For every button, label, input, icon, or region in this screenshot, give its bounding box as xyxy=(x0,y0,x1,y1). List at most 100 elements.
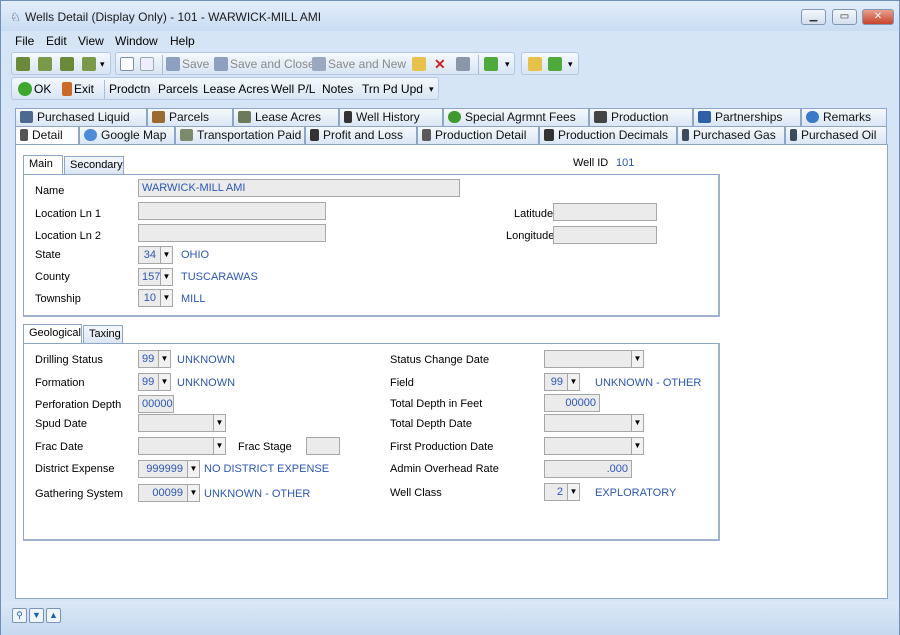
maximize-button[interactable]: ▭ xyxy=(832,9,857,25)
save-and-new-button[interactable]: Save and New xyxy=(312,56,406,73)
tab-main[interactable]: Main xyxy=(23,155,63,174)
toolbar-overflow-icon[interactable]: ▾ xyxy=(505,56,510,73)
arrow-down-icon[interactable]: ▼ xyxy=(29,608,44,623)
district-expense-label: District Expense xyxy=(35,463,115,475)
well-class-select[interactable]: 2 ▼ xyxy=(544,483,580,501)
tab-purchased-gas[interactable]: Purchased Gas xyxy=(677,126,785,144)
location-2-label: Location Ln 2 xyxy=(35,230,102,242)
tab-geological[interactable]: Geological xyxy=(23,324,82,343)
chevron-down-icon: ▼ xyxy=(567,374,579,390)
latitude-field[interactable] xyxy=(553,203,657,221)
minimize-button[interactable]: ▁ xyxy=(801,9,826,25)
tab-production-detail[interactable]: Production Detail xyxy=(417,126,539,144)
tab-secondary[interactable]: Secondary xyxy=(64,156,124,174)
print-icon[interactable] xyxy=(456,56,472,73)
open-folder-icon[interactable] xyxy=(528,56,544,73)
tab-production-decimals[interactable]: Production Decimals xyxy=(539,126,677,144)
new-icon[interactable] xyxy=(120,56,136,73)
township-select[interactable]: 10 ▼ xyxy=(138,289,173,307)
gathering-system-select[interactable]: 00099 ▼ xyxy=(138,484,200,502)
toolbar-overflow-icon[interactable]: ▾ xyxy=(568,56,573,73)
delete-icon[interactable]: ✕ xyxy=(434,56,446,73)
prodctn-button[interactable]: Prodctn xyxy=(109,81,150,98)
tab-well-history[interactable]: Well History xyxy=(339,108,443,126)
tab-parcels[interactable]: Parcels xyxy=(147,108,233,126)
refresh-icon[interactable] xyxy=(548,56,564,73)
chevron-down-icon: ▼ xyxy=(158,351,170,367)
menu-help[interactable]: Help xyxy=(170,34,195,48)
spud-date-select[interactable]: ▼ xyxy=(138,414,226,432)
ok-button[interactable]: OK xyxy=(18,81,51,98)
menu-view[interactable]: View xyxy=(78,34,104,48)
chevron-down-icon: ▼ xyxy=(631,415,643,431)
tab-profit-and-loss[interactable]: Profit and Loss xyxy=(305,126,417,144)
district-expense-select[interactable]: 999999 ▼ xyxy=(138,460,200,478)
menu-window[interactable]: Window xyxy=(115,34,158,48)
tab-purchased-liquid[interactable]: Purchased Liquid xyxy=(15,108,147,126)
admin-overhead-rate-label: Admin Overhead Rate xyxy=(390,463,499,475)
name-field[interactable]: WARWICK-MILL AMI xyxy=(138,179,460,197)
save-and-close-button[interactable]: Save and Close xyxy=(214,56,315,73)
field-select[interactable]: 99 ▼ xyxy=(544,373,580,391)
tab-google-map[interactable]: Google Map xyxy=(79,126,175,144)
status-bar: ⚲ ▼ ▲ xyxy=(1,601,899,635)
exit-button[interactable]: Exit xyxy=(62,81,94,98)
nav-first-icon[interactable] xyxy=(16,56,32,73)
formation-select[interactable]: 99 ▼ xyxy=(138,373,171,391)
edit-toolbar: Save Save and Close Save and New ✕ ▾ xyxy=(115,52,515,75)
frac-stage-field[interactable] xyxy=(306,437,340,455)
tab-purchased-oil[interactable]: Purchased Oil xyxy=(785,126,887,144)
menu-edit[interactable]: Edit xyxy=(46,34,67,48)
state-select[interactable]: 34 ▼ xyxy=(138,246,173,264)
tab-row-bottom: Detail Google Map Transportation Paid Pr… xyxy=(15,126,887,145)
nav-prev-icon[interactable] xyxy=(38,56,54,73)
parcels-button[interactable]: Parcels xyxy=(158,81,198,98)
county-select[interactable]: 157 ▼ xyxy=(138,268,173,286)
field-label: Field xyxy=(390,377,414,389)
tab-detail[interactable]: Detail xyxy=(15,126,79,145)
longitude-field[interactable] xyxy=(553,226,657,244)
spud-date-label: Spud Date xyxy=(35,418,87,430)
trn-pd-upd-button[interactable]: Trn Pd Upd xyxy=(362,81,423,98)
menu-file[interactable]: File xyxy=(15,34,34,48)
save-button[interactable]: Save xyxy=(166,56,209,73)
location-2-field[interactable] xyxy=(138,224,326,242)
perforation-depth-field[interactable]: 00000 xyxy=(138,395,174,413)
status-change-date-select[interactable]: ▼ xyxy=(544,350,644,368)
tab-lease-acres[interactable]: Lease Acres xyxy=(233,108,339,126)
toolbar-overflow-icon[interactable]: ▾ xyxy=(429,81,434,98)
copy-icon[interactable] xyxy=(140,56,156,73)
refresh-icon[interactable] xyxy=(484,56,500,73)
well-pl-button[interactable]: Well P/L xyxy=(271,81,315,98)
lease-acres-button[interactable]: Lease Acres xyxy=(203,81,269,98)
close-button[interactable]: ✕ xyxy=(862,9,894,25)
tab-production[interactable]: Production xyxy=(589,108,693,126)
tab-partnerships[interactable]: Partnerships xyxy=(693,108,801,126)
nav-last-icon[interactable] xyxy=(82,56,98,73)
total-depth-feet-field[interactable]: 00000 xyxy=(544,394,600,412)
tab-taxing[interactable]: Taxing xyxy=(83,325,123,343)
first-production-date-select[interactable]: ▼ xyxy=(544,437,644,455)
location-1-field[interactable] xyxy=(138,202,326,220)
arrow-up-icon[interactable]: ▲ xyxy=(46,608,61,623)
well-class-label: Well Class xyxy=(390,487,442,499)
township-name: MILL xyxy=(181,293,206,305)
total-depth-date-select[interactable]: ▼ xyxy=(544,414,644,432)
tab-special-agrmnt-fees[interactable]: Special Agrmnt Fees xyxy=(443,108,589,126)
tab-transportation-paid[interactable]: Transportation Paid xyxy=(175,126,305,144)
folder-icon[interactable] xyxy=(412,56,428,73)
admin-overhead-rate-field[interactable]: .000 xyxy=(544,460,632,478)
formation-label: Formation xyxy=(35,377,85,389)
notes-button[interactable]: Notes xyxy=(322,81,353,98)
detail-content: Main Secondary Well ID 101 Name WARWICK-… xyxy=(15,144,888,599)
drilling-status-select[interactable]: 99 ▼ xyxy=(138,350,171,368)
nav-next-icon[interactable] xyxy=(60,56,76,73)
toolbar-overflow-icon[interactable]: ▾ xyxy=(100,56,105,73)
tab-remarks[interactable]: Remarks xyxy=(801,108,887,126)
chevron-down-icon: ▼ xyxy=(213,438,225,454)
frac-date-select[interactable]: ▼ xyxy=(138,437,226,455)
search-icon[interactable]: ⚲ xyxy=(12,608,27,623)
drilling-status-name: UNKNOWN xyxy=(177,354,236,366)
main-panel: Name WARWICK-MILL AMI Location Ln 1 Loca… xyxy=(23,174,720,317)
status-change-date-label: Status Change Date xyxy=(390,354,490,366)
